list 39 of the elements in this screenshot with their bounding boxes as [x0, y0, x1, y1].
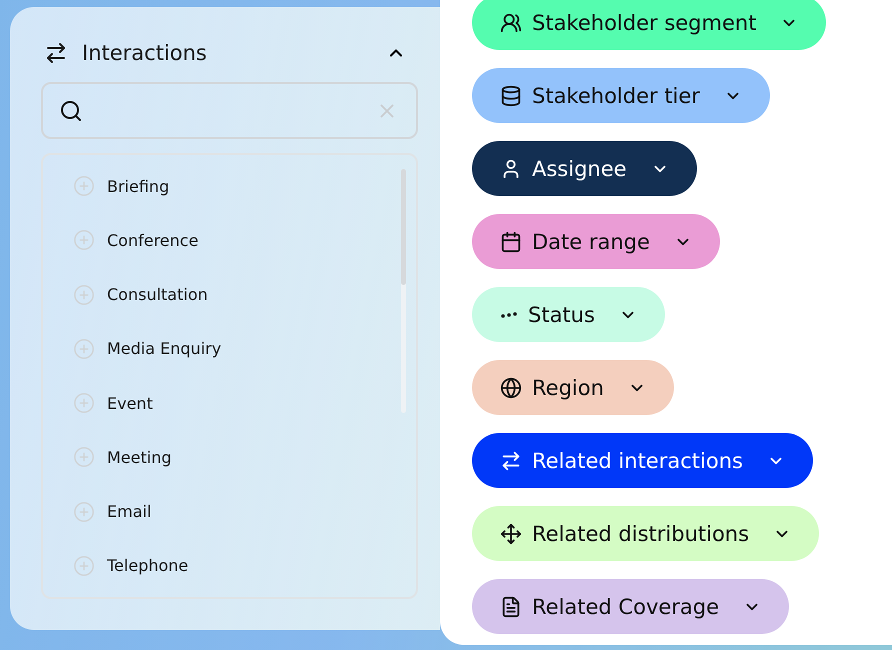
filter-button[interactable]: Related Coverage [472, 579, 790, 634]
add-icon[interactable] [73, 229, 95, 252]
filter-button[interactable]: Assignee [472, 141, 697, 196]
people-icon [500, 12, 522, 34]
dots-icon [500, 312, 518, 318]
option-label[interactable]: Briefing [107, 176, 170, 196]
swap-arrows-icon [44, 41, 68, 65]
swap-arrows-icon [500, 450, 522, 472]
option-label[interactable]: Email [107, 502, 152, 522]
option-label[interactable]: Media Enquiry [107, 339, 222, 358]
add-icon[interactable] [73, 554, 95, 577]
scrollbar[interactable] [401, 169, 406, 413]
add-icon[interactable] [73, 500, 95, 523]
filter-button[interactable]: Stakeholder segment [472, 0, 826, 50]
filter-button[interactable]: Status [472, 287, 665, 342]
add-icon[interactable] [73, 175, 95, 198]
calendar-icon [500, 230, 522, 252]
option-label[interactable]: Conference [107, 230, 198, 250]
move-arrows-icon [500, 522, 522, 544]
scrollbar-thumb[interactable] [401, 169, 406, 285]
add-icon[interactable] [73, 392, 95, 414]
database-icon [500, 84, 522, 106]
globe-icon [500, 376, 522, 398]
search-field[interactable] [41, 82, 418, 139]
option-label[interactable]: Telephone [107, 556, 188, 576]
add-icon[interactable] [73, 338, 95, 360]
search-icon [59, 98, 83, 122]
option-label[interactable]: Consultation [107, 285, 208, 304]
add-icon[interactable] [73, 446, 95, 468]
option-label[interactable]: Meeting [107, 448, 172, 467]
document-icon [500, 596, 522, 618]
option-label[interactable]: Event [107, 394, 153, 413]
filter-button[interactable]: Region [472, 360, 674, 415]
filter-button[interactable]: Stakeholder tier [472, 68, 770, 123]
add-icon[interactable] [73, 284, 95, 306]
filter-button[interactable]: Date range [472, 214, 720, 269]
filter-button[interactable]: Related distributions [472, 506, 820, 561]
filter-button[interactable]: Related interactions [472, 433, 813, 488]
section-title: Interactions [82, 41, 208, 65]
